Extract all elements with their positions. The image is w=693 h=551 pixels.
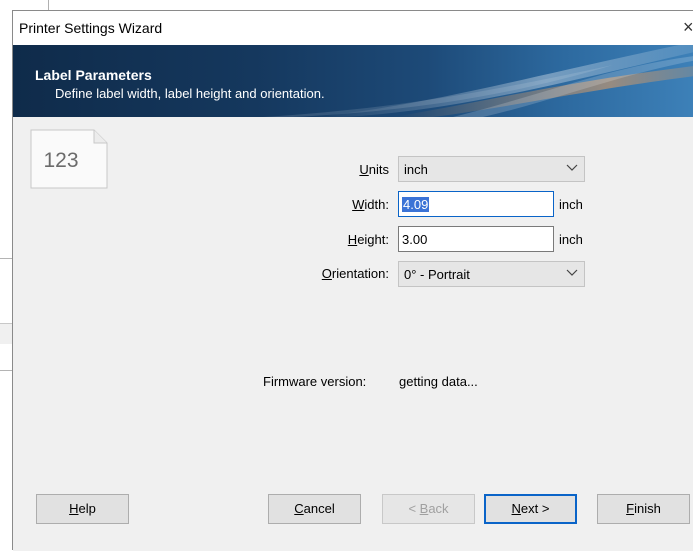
orientation-label-accel: O	[321, 266, 332, 281]
title-bar: Printer Settings Wizard ×	[13, 11, 693, 45]
units-select-value: inch	[404, 162, 428, 177]
width-unit: inch	[559, 197, 583, 212]
firmware-version-value: getting data...	[399, 374, 478, 389]
printer-settings-dialog: Printer Settings Wizard × Label Paramete…	[12, 10, 693, 551]
chevron-down-icon	[566, 269, 578, 276]
wizard-content	[13, 117, 693, 551]
orientation-select-value: 0° - Portrait	[404, 267, 470, 282]
next-button-rest: ext >	[520, 501, 550, 516]
units-label: Units	[343, 162, 389, 177]
height-label-rest: eight:	[357, 232, 389, 247]
height-label-accel: H	[347, 232, 358, 247]
label-document-icon-text: 123	[43, 149, 79, 172]
height-input[interactable]: 3.00	[398, 226, 554, 252]
units-label-rest: nits	[368, 162, 389, 177]
help-button-accel: H	[69, 501, 79, 516]
chevron-down-icon	[566, 164, 578, 171]
height-unit: inch	[559, 232, 583, 247]
wizard-banner: Label Parameters Define label width, lab…	[13, 45, 693, 117]
height-label: Height:	[323, 232, 389, 247]
finish-button-rest: inish	[634, 501, 661, 516]
width-label: Width:	[323, 197, 389, 212]
width-input-value: 4.09	[402, 197, 430, 212]
back-button-rest: ack	[428, 501, 449, 516]
window-title: Printer Settings Wizard	[19, 20, 163, 36]
width-label-accel: W	[352, 197, 365, 212]
width-label-rest: idth:	[364, 197, 389, 212]
cancel-button-accel: C	[294, 501, 304, 516]
units-select[interactable]: inch	[398, 156, 585, 182]
units-label-accel: U	[359, 162, 369, 177]
finish-button-accel: F	[626, 501, 635, 516]
cancel-button-rest: ancel	[303, 501, 335, 516]
next-button-accel: N	[511, 501, 521, 516]
back-button[interactable]: < Back	[382, 494, 475, 524]
finish-button[interactable]: Finish	[597, 494, 690, 524]
orientation-select[interactable]: 0° - Portrait	[398, 261, 585, 287]
back-button-prefix: <	[408, 501, 420, 516]
close-icon[interactable]: ×	[683, 17, 693, 38]
banner-subtitle: Define label width, label height and ori…	[55, 86, 325, 101]
orientation-label: Orientation:	[293, 266, 389, 281]
orientation-label-rest: rientation:	[331, 266, 389, 281]
firmware-version-label: Firmware version:	[263, 374, 367, 389]
help-button-rest: elp	[78, 501, 96, 516]
width-input[interactable]: 4.09	[398, 191, 554, 217]
cancel-button[interactable]: Cancel	[268, 494, 361, 524]
banner-title: Label Parameters	[35, 67, 152, 83]
help-button[interactable]: Help	[36, 494, 129, 524]
next-button[interactable]: Next >	[484, 494, 577, 524]
height-input-value: 3.00	[402, 232, 428, 247]
